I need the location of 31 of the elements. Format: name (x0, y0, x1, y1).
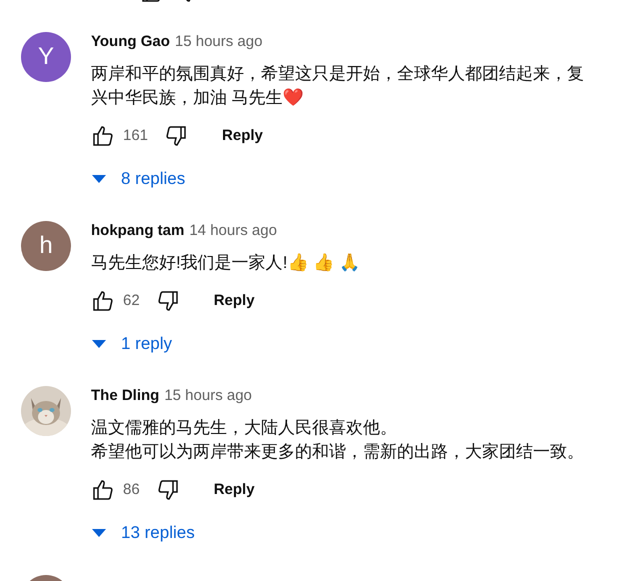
comment-text: 兴中华民族，加油 马先生❤ (91, 87, 305, 109)
avatar[interactable]: h (21, 221, 71, 271)
comment-text: 两岸和平的氛围真好，希望这只是开始，全球华人都团结起来，复 (91, 63, 584, 85)
reply-button[interactable]: Reply (198, 283, 271, 319)
dislike-icon[interactable] (164, 124, 188, 148)
replies-toggle[interactable]: 8 replies (91, 164, 584, 194)
like-icon[interactable] (91, 478, 115, 502)
like-count: 86 (123, 480, 140, 500)
reply-button[interactable]: Reply (198, 472, 271, 508)
author-name[interactable]: hokpang tam (91, 220, 184, 242)
like-icon[interactable] (91, 289, 115, 313)
dislike-icon[interactable] (156, 289, 180, 313)
author-name[interactable]: Young Gao (91, 30, 170, 54)
replies-toggle[interactable]: 1 reply (91, 329, 360, 359)
comment-time[interactable]: 15 hours ago (174, 30, 262, 54)
caret-icon (91, 174, 107, 184)
comment-time[interactable]: 15 hours ago (164, 384, 252, 408)
comment-text: 希望他可以为两岸带来更多的和谐，需新的出路，大家团结一致。 (91, 441, 584, 463)
comment-time[interactable]: 14 hours ago (189, 220, 277, 242)
caret-icon (91, 528, 107, 538)
avatar[interactable]: Y (21, 32, 71, 82)
dislike-icon[interactable] (156, 478, 180, 502)
comment-text: 马先生您好!我们是一家人!👍 👍 🙏 (91, 252, 360, 274)
caret-icon (91, 339, 107, 349)
like-icon[interactable] (91, 124, 115, 148)
author-name[interactable]: The Dling (91, 384, 160, 408)
replies-toggle[interactable]: 13 replies (91, 518, 584, 548)
like-count: 62 (123, 290, 140, 311)
reply-button[interactable]: Reply (206, 118, 279, 154)
comment-text: 温文儒雅的马先生，大陆人民很喜欢他。 (91, 417, 398, 439)
like-count: 161 (123, 126, 148, 146)
